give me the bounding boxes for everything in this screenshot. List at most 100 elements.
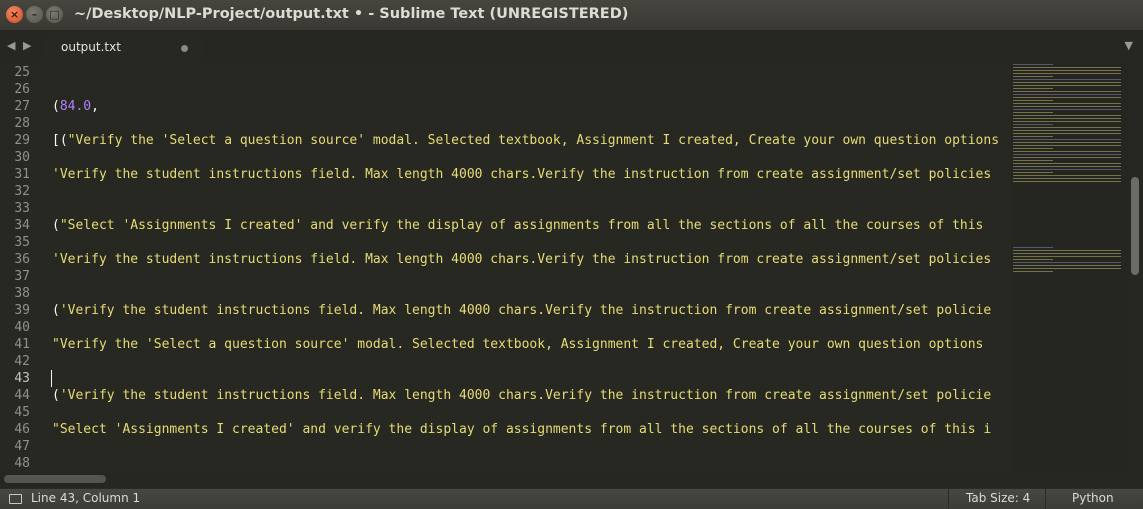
line-number: 31 bbox=[14, 167, 30, 182]
tab-back-arrow-icon[interactable]: ◀ bbox=[7, 39, 15, 52]
minimap-line bbox=[1013, 172, 1053, 173]
tab-output-txt[interactable]: output.txt bbox=[43, 34, 203, 62]
minimap-line bbox=[1013, 160, 1053, 161]
minimap-line bbox=[1013, 115, 1121, 116]
minimap-line bbox=[1013, 169, 1121, 170]
code-line[interactable]: "Select 'Assignments I created' and veri… bbox=[52, 421, 991, 438]
minimap-line bbox=[1013, 73, 1121, 74]
minimap-line bbox=[1013, 100, 1053, 101]
minimap-line bbox=[1013, 85, 1121, 86]
line-number: 37 bbox=[14, 269, 30, 284]
tab-bar: ◀ ▶ output.txt ▼ bbox=[0, 31, 1143, 62]
line-number: 35 bbox=[14, 235, 30, 250]
minimap-line bbox=[1013, 157, 1121, 158]
line-number: 40 bbox=[14, 320, 30, 335]
close-window-button[interactable]: × bbox=[6, 6, 23, 23]
minimap-line bbox=[1013, 250, 1121, 251]
line-number: 45 bbox=[14, 405, 30, 420]
minimap-line bbox=[1013, 82, 1121, 83]
code-line[interactable]: (84.0, bbox=[52, 98, 99, 115]
horizontal-scrollbar[interactable] bbox=[0, 472, 1143, 488]
minimap-line bbox=[1013, 70, 1121, 71]
line-number: 27 bbox=[14, 99, 30, 114]
minimap-line bbox=[1013, 91, 1121, 92]
line-number-gutter: 25 26 27 28 29 30 31 32 33 34 35 36 37 38 39 40 41 42 43 44… bbox=[0, 62, 38, 472]
minimap-line bbox=[1013, 112, 1053, 113]
code-view[interactable]: (84.0, [("Verify the 'Select a question s… bbox=[52, 62, 1012, 472]
minimap-line bbox=[1013, 124, 1053, 125]
minimap-line bbox=[1013, 133, 1121, 134]
code-line[interactable]: ('Verify the student instructions field.… bbox=[52, 302, 991, 319]
minimap-line bbox=[1013, 181, 1121, 182]
minimap-line bbox=[1013, 166, 1121, 167]
line-number: 30 bbox=[14, 150, 30, 165]
minimap-line bbox=[1013, 118, 1121, 119]
line-number: 32 bbox=[14, 184, 30, 199]
close-icon: × bbox=[9, 8, 20, 21]
line-number: 38 bbox=[14, 286, 30, 301]
minimap-line bbox=[1013, 106, 1121, 107]
cursor-position: Line 43, Column 1 bbox=[31, 491, 141, 505]
minimap-line bbox=[1013, 121, 1121, 122]
line-number: 46 bbox=[14, 422, 30, 437]
window-title: ~/Desktop/NLP-Project/output.txt • - Sub… bbox=[74, 6, 629, 22]
minimap-line bbox=[1013, 154, 1121, 155]
text-cursor bbox=[51, 370, 52, 387]
minimap-line bbox=[1013, 247, 1053, 248]
minimap-line bbox=[1013, 136, 1053, 137]
tab-forward-arrow-icon[interactable]: ▶ bbox=[23, 39, 31, 52]
minimap-line bbox=[1013, 109, 1121, 110]
minimap-line bbox=[1013, 76, 1053, 77]
status-bar: Line 43, Column 1 Tab Size: 4 Python bbox=[0, 488, 1143, 509]
minimap-line bbox=[1013, 271, 1053, 272]
tab-list-dropdown-icon[interactable]: ▼ bbox=[1125, 39, 1133, 52]
line-number: 42 bbox=[14, 354, 30, 369]
minimap-line bbox=[1013, 88, 1053, 89]
minimap-line bbox=[1013, 253, 1121, 254]
minimap-line bbox=[1013, 256, 1121, 257]
editor-area[interactable]: 25 26 27 28 29 30 31 32 33 34 35 36 37 38 39 40 41 42 43 44… bbox=[0, 62, 1143, 472]
line-number: 41 bbox=[14, 337, 30, 352]
minimize-window-button[interactable]: – bbox=[26, 6, 43, 23]
tab-label: output.txt bbox=[61, 40, 121, 54]
minimize-icon: – bbox=[31, 8, 38, 21]
minimap-line bbox=[1013, 64, 1053, 65]
status-divider bbox=[1045, 489, 1046, 509]
line-number: 36 bbox=[14, 252, 30, 267]
code-line[interactable]: ('Verify the student instructions field.… bbox=[52, 387, 991, 404]
line-number: 29 bbox=[14, 133, 30, 148]
minimap[interactable] bbox=[1011, 62, 1129, 472]
minimap-line bbox=[1013, 94, 1121, 95]
minimap-line bbox=[1013, 67, 1121, 68]
line-number: 48 bbox=[14, 456, 30, 471]
minimap-line bbox=[1013, 79, 1121, 80]
line-number: 44 bbox=[14, 388, 30, 403]
code-line[interactable]: ("Select 'Assignments I created' and ver… bbox=[52, 217, 983, 234]
minimap-line bbox=[1013, 265, 1121, 266]
minimap-line bbox=[1013, 148, 1053, 149]
horizontal-scrollbar-thumb[interactable] bbox=[4, 475, 106, 483]
syntax-selector[interactable]: Python bbox=[1072, 491, 1114, 505]
code-line[interactable]: 'Verify the student instructions field. … bbox=[52, 251, 991, 268]
minimap-line bbox=[1013, 139, 1121, 140]
minimap-line bbox=[1013, 97, 1121, 98]
line-number: 28 bbox=[14, 116, 30, 131]
minimap-line bbox=[1013, 103, 1121, 104]
minimap-line bbox=[1013, 262, 1121, 263]
line-number: 26 bbox=[14, 82, 30, 97]
minimap-line bbox=[1013, 130, 1121, 131]
maximize-window-button[interactable]: □ bbox=[46, 6, 63, 23]
unsaved-dot-icon[interactable] bbox=[181, 45, 188, 52]
console-toggle-icon[interactable] bbox=[9, 494, 22, 504]
minimap-line bbox=[1013, 175, 1121, 176]
tab-size-selector[interactable]: Tab Size: 4 bbox=[966, 491, 1030, 505]
code-line[interactable]: [("Verify the 'Select a question source'… bbox=[52, 132, 999, 149]
code-line[interactable]: 'Verify the student instructions field. … bbox=[52, 166, 991, 183]
code-line[interactable]: "Verify the 'Select a question source' m… bbox=[52, 336, 983, 353]
title-bar: × – □ ~/Desktop/NLP-Project/output.txt •… bbox=[0, 0, 1143, 31]
status-divider bbox=[948, 489, 949, 509]
minimap-line bbox=[1013, 163, 1121, 164]
vertical-scrollbar-thumb[interactable] bbox=[1131, 177, 1139, 275]
line-number: 39 bbox=[14, 303, 30, 318]
line-number: 33 bbox=[14, 201, 30, 216]
